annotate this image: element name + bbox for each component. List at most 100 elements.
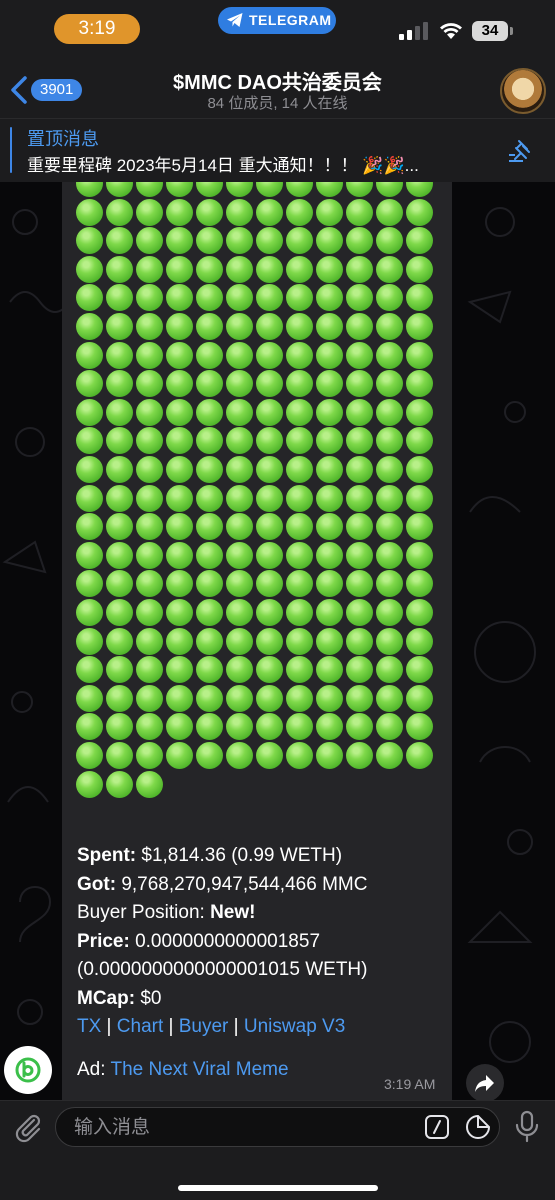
green-dot (316, 456, 343, 483)
green-dot (406, 656, 433, 684)
green-dot (256, 313, 283, 340)
sticker-icon[interactable] (464, 1113, 492, 1141)
green-dot (316, 541, 343, 569)
green-dot (286, 742, 313, 769)
green-dot (286, 456, 313, 483)
chat-title[interactable]: $MMC DAO共治委员会 (0, 66, 555, 95)
green-dot (226, 513, 253, 541)
green-dot (286, 599, 313, 626)
green-dot (406, 398, 433, 426)
green-dot (166, 341, 193, 369)
green-dot (166, 484, 193, 512)
green-dot (256, 684, 283, 712)
message-input[interactable] (72, 1108, 416, 1148)
pinned-text: 重要里程碑 2023年5月14日 重大通知！！！ 🎉🎉... (27, 156, 419, 175)
green-dot (406, 541, 433, 569)
green-dot (226, 656, 253, 684)
green-dot (406, 227, 433, 255)
green-dot (226, 370, 253, 398)
chat-area[interactable]: Spent: $1,814.36 (0.99 WETH) Got: 9,768,… (0, 182, 555, 1100)
green-dot (346, 398, 373, 426)
group-avatar[interactable] (500, 68, 546, 114)
ad-label: Ad: (77, 1058, 111, 1080)
green-dot (76, 541, 103, 569)
green-dot (346, 313, 373, 340)
green-dot (106, 599, 133, 626)
chart-link[interactable]: Chart (117, 1016, 163, 1037)
green-dot (346, 198, 373, 226)
green-dot (256, 599, 283, 626)
green-dot (106, 341, 133, 369)
green-dot (76, 456, 103, 483)
green-dot (316, 313, 343, 340)
share-button[interactable] (466, 1064, 504, 1100)
green-dot (76, 627, 103, 655)
green-dot (196, 513, 223, 541)
sender-avatar[interactable] (4, 1046, 52, 1094)
green-dot (286, 341, 313, 369)
message-input-field[interactable] (55, 1107, 500, 1148)
green-dot (196, 198, 223, 226)
green-dot (196, 255, 223, 283)
green-dot (406, 684, 433, 712)
green-dot (106, 227, 133, 255)
green-dot (166, 656, 193, 684)
green-dot (406, 513, 433, 541)
green-dot (376, 541, 403, 569)
pinned-list-icon[interactable] (507, 139, 537, 163)
message-body: Spent: $1,814.36 (0.99 WETH) Got: 9,768,… (77, 842, 447, 1084)
green-dot (376, 255, 403, 283)
green-dot (136, 456, 163, 483)
green-dot (106, 627, 133, 655)
tx-link[interactable]: TX (77, 1016, 101, 1037)
green-dot (76, 770, 103, 798)
green-dot (256, 484, 283, 512)
pinned-indicator-bar (10, 127, 12, 173)
green-dot (166, 398, 193, 426)
green-dot (226, 198, 253, 226)
price-line: Price: 0.0000000000001857 (77, 928, 447, 957)
command-slash-icon[interactable] (424, 1114, 450, 1140)
green-dot (286, 313, 313, 340)
ad-link[interactable]: The Next Viral Meme (110, 1059, 288, 1080)
status-time: 3:19 (54, 14, 140, 44)
green-dot (196, 456, 223, 483)
message-input-bar (0, 1100, 555, 1200)
message-time: 3:19 AM (384, 1076, 436, 1092)
green-dot (286, 255, 313, 283)
green-dot (106, 742, 133, 769)
green-dot (286, 370, 313, 398)
green-dot (136, 198, 163, 226)
green-dot (136, 742, 163, 769)
microphone-icon[interactable] (514, 1110, 540, 1144)
green-dot (286, 398, 313, 426)
green-dot (196, 684, 223, 712)
green-dot (256, 656, 283, 684)
spent-value: $1,814.36 (0.99 WETH) (136, 845, 343, 866)
green-dot (166, 198, 193, 226)
link-separator: | (228, 1016, 244, 1037)
green-dot (166, 627, 193, 655)
green-dot (136, 255, 163, 283)
green-dot (346, 742, 373, 769)
green-dot (196, 341, 223, 369)
chat-subtitle: 84 位成员, 14 人在线 (207, 95, 348, 112)
uniswap-link[interactable]: Uniswap V3 (244, 1016, 345, 1037)
paperclip-icon[interactable] (12, 1111, 44, 1143)
green-dot (226, 684, 253, 712)
green-dot (376, 484, 403, 512)
green-dot (166, 742, 193, 769)
pinned-message-bar[interactable]: 置顶消息 重要里程碑 2023年5月14日 重大通知！！！ 🎉🎉... (0, 118, 555, 182)
green-dot (346, 684, 373, 712)
telegram-app-pill[interactable]: TELEGRAM (218, 7, 336, 34)
home-indicator (178, 1185, 378, 1191)
green-dot (76, 313, 103, 340)
green-dot (166, 513, 193, 541)
green-dot (106, 198, 133, 226)
green-dot (106, 513, 133, 541)
green-dot (406, 742, 433, 769)
green-dot (316, 742, 343, 769)
buyer-link[interactable]: Buyer (179, 1016, 229, 1037)
green-dot (376, 627, 403, 655)
green-dot (106, 770, 133, 798)
